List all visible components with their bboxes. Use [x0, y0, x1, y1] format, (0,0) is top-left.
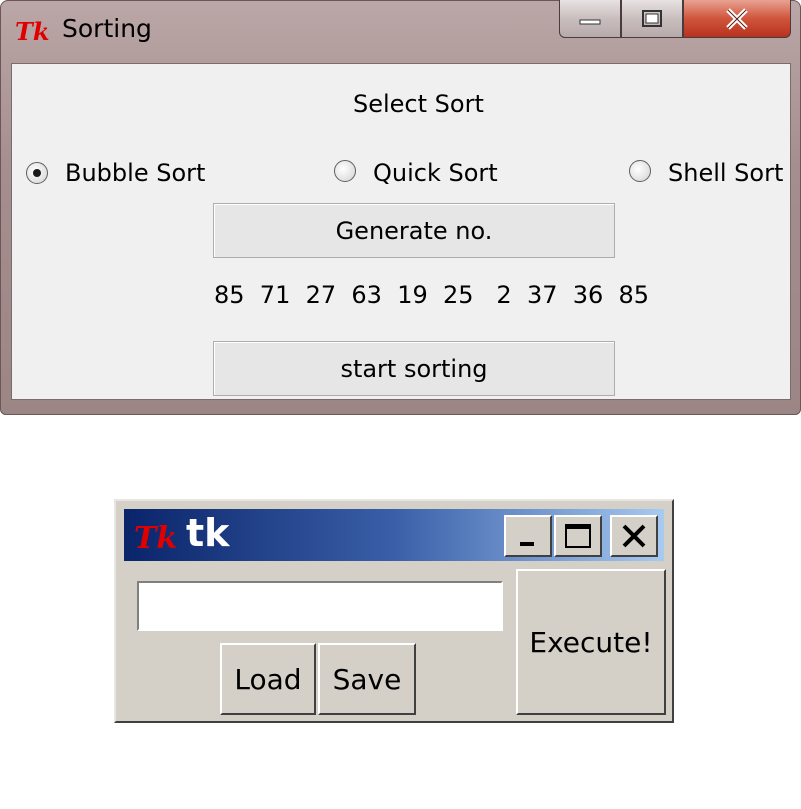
start-sorting-button[interactable]: start sorting	[213, 341, 615, 396]
select-sort-label: Select Sort	[353, 90, 484, 118]
close-icon	[622, 524, 646, 548]
sorting-window: Tk Sorting Select Sort Bubble Sort Quick…	[0, 0, 801, 415]
radio-shell-sort[interactable]	[629, 160, 651, 182]
restore-icon	[642, 9, 662, 27]
radio-quick-sort[interactable]	[334, 160, 356, 182]
text-entry[interactable]	[137, 581, 503, 631]
tk-window: Tk tk Load Save Execute!	[114, 499, 674, 723]
minimize-icon	[579, 19, 601, 24]
svg-text:Tk: Tk	[134, 521, 177, 554]
tk-minimize-button[interactable]	[504, 515, 552, 557]
minimize-button[interactable]	[559, 0, 621, 38]
maximize-icon	[565, 524, 591, 548]
sorting-title-bar[interactable]: Tk Sorting	[0, 0, 801, 62]
close-icon	[726, 7, 748, 30]
tk-close-button[interactable]	[610, 515, 658, 557]
shell-sort-label[interactable]: Shell Sort	[668, 159, 783, 187]
quick-sort-label[interactable]: Quick Sort	[373, 159, 498, 187]
close-button[interactable]	[683, 0, 791, 38]
generate-numbers-button[interactable]: Generate no.	[213, 203, 615, 258]
radio-selected-dot	[33, 169, 41, 177]
tk-feather-icon: Tk	[134, 521, 177, 554]
radio-bubble-sort[interactable]	[26, 162, 48, 184]
load-button[interactable]: Load	[220, 643, 316, 715]
bubble-sort-label[interactable]: Bubble Sort	[65, 159, 205, 187]
save-button[interactable]: Save	[318, 643, 416, 715]
maximize-button[interactable]	[621, 0, 683, 38]
tk-title-bar[interactable]: Tk tk	[124, 509, 664, 561]
minimize-icon	[520, 542, 534, 546]
svg-text:Tk: Tk	[15, 17, 49, 46]
tk-feather-icon: Tk	[15, 17, 49, 46]
numbers-label: 85 71 27 63 19 25 2 37 36 85	[214, 281, 650, 309]
sorting-client-area: Select Sort Bubble Sort Quick Sort Shell…	[11, 63, 791, 400]
execute-button[interactable]: Execute!	[516, 569, 666, 715]
tk-window-title: tk	[186, 511, 230, 555]
tk-maximize-button[interactable]	[554, 515, 602, 557]
window-title: Sorting	[62, 14, 152, 43]
